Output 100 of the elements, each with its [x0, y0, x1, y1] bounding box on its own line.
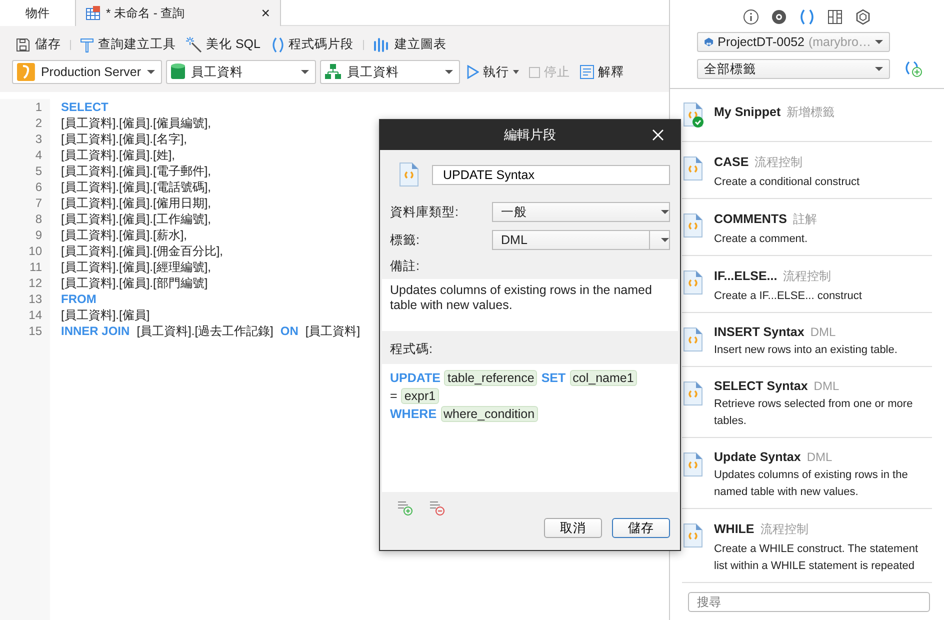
- snippet-description: Updates columns of existing rows in the named table with new values.: [714, 468, 909, 500]
- field-label: 資料庫類型:: [390, 204, 460, 220]
- placeholder-token[interactable]: col_name1: [570, 370, 637, 386]
- code-text: [員工資料].[僱員].[名字],: [61, 131, 188, 147]
- add-snippet-icon[interactable]: [904, 60, 924, 78]
- remove-placeholder-icon[interactable]: [428, 500, 446, 516]
- line-number: 1: [35, 99, 42, 115]
- grid-icon[interactable]: [826, 8, 844, 26]
- tag-select[interactable]: DML: [492, 230, 670, 250]
- name-field[interactable]: UPDATE Syntax: [432, 165, 670, 185]
- chart-button[interactable]: 建立圖表: [370, 34, 450, 55]
- save-icon: [15, 36, 31, 52]
- db-type-select[interactable]: 一般: [492, 202, 670, 222]
- snippet-tag: 流程控制: [783, 268, 832, 285]
- line-number: 10: [28, 243, 42, 259]
- tab-label: 物件: [26, 4, 50, 22]
- placeholder-token[interactable]: table_reference: [444, 370, 538, 386]
- query-builder-button[interactable]: 查詢建立工具: [77, 34, 179, 55]
- chart-icon: [372, 36, 390, 52]
- line-number: 7: [35, 195, 42, 211]
- snippet-tag: 新增標籤: [786, 104, 835, 121]
- snippet-description: Create a conditional construct: [714, 175, 860, 190]
- code-text: [員工資料].[過去工作記錄]: [136, 323, 274, 339]
- sql-keyword: WHERE: [390, 407, 437, 421]
- code-text: [員工資料].[僱員].[部門編號]: [61, 275, 208, 291]
- snippet-name: SELECT Syntax: [714, 379, 808, 393]
- sql-keyword: SET: [541, 371, 566, 385]
- schema-icon: [325, 64, 341, 80]
- eye-icon[interactable]: [770, 8, 788, 26]
- line-number: 5: [35, 163, 42, 179]
- schema-select[interactable]: 員工資料: [320, 60, 460, 84]
- save-button[interactable]: 儲存: [612, 518, 670, 538]
- line-number: 4: [35, 147, 42, 163]
- search-field[interactable]: 搜尋: [688, 592, 930, 612]
- table-icon: [86, 6, 100, 20]
- snippet-item[interactable]: WHILE 流程控制 Create a WHILE construct. The statement list within a WHILE statement is repeated: [682, 509, 932, 583]
- close-icon[interactable]: ×: [261, 4, 270, 22]
- snippet-item[interactable]: COMMENTS 註解 Create a comment.: [682, 199, 932, 256]
- snippet-description: Insert new rows into an existing table.: [714, 343, 898, 358]
- line-number: 15: [28, 323, 42, 339]
- snippet-tag: 流程控制: [754, 154, 803, 171]
- database-icon: [171, 63, 185, 81]
- snippet-item[interactable]: My Snippet 新增標籤: [682, 89, 932, 142]
- stop-icon: [529, 66, 540, 78]
- line-number: 2: [35, 115, 42, 131]
- braces-icon[interactable]: [798, 8, 816, 26]
- snippet-icon: [398, 162, 420, 188]
- database-select[interactable]: 員工資料: [166, 60, 316, 84]
- sql-keyword: INNER JOIN: [61, 323, 130, 339]
- info-icon[interactable]: [742, 8, 760, 26]
- snippet-name: COMMENTS: [714, 212, 787, 226]
- cancel-button[interactable]: 取消: [544, 518, 602, 538]
- add-placeholder-icon[interactable]: [396, 500, 414, 516]
- snippet-name: CASE: [714, 155, 749, 169]
- snippet-item[interactable]: CASE 流程控制 Create a conditional construct: [682, 142, 932, 199]
- save-button[interactable]: 儲存: [12, 34, 64, 55]
- field-label: 標籤:: [390, 232, 420, 248]
- placeholder-token[interactable]: expr1: [401, 388, 439, 404]
- connection-select[interactable]: Production Server: [12, 60, 162, 84]
- tag-filter-select[interactable]: 全部標籤: [697, 59, 890, 79]
- placeholder-token[interactable]: where_condition: [440, 406, 538, 422]
- snippet-name: WHILE: [714, 522, 754, 536]
- line-number: 3: [35, 131, 42, 147]
- snippet-name: Update Syntax: [714, 450, 801, 464]
- line-number: 8: [35, 211, 42, 227]
- sql-keyword: SELECT: [61, 99, 108, 115]
- braces-icon: [270, 36, 284, 52]
- tab[interactable]: 物件: [0, 0, 76, 26]
- field-label: 程式碼:: [390, 341, 432, 358]
- magic-wand-icon: [186, 36, 202, 52]
- sql-keyword: ON: [280, 323, 298, 339]
- snippet-name: INSERT Syntax: [714, 325, 804, 339]
- run-button[interactable]: 執行: [464, 62, 522, 82]
- close-icon[interactable]: [652, 129, 664, 141]
- snippet-description: Create a WHILE construct. The statement list within a WHILE statement is repeated: [714, 542, 919, 574]
- tab-label: * 未命名 - 查詢: [106, 4, 185, 22]
- line-number: 12: [28, 275, 42, 291]
- snippet-item[interactable]: Update Syntax DML Updates columns of existing rows in the named table with new values.: [682, 438, 932, 509]
- code-text: [員工資料].[僱員].[工作編號],: [61, 211, 212, 227]
- beautify-button[interactable]: 美化 SQL: [183, 34, 264, 55]
- code-text: =: [390, 389, 398, 403]
- snippet-name: IF...ELSE...: [714, 269, 778, 283]
- code-text: [員工資料].[僱員]: [61, 307, 150, 323]
- snippet-item[interactable]: INSERT Syntax DML Insert new rows into an existing table.: [682, 313, 932, 367]
- code-area[interactable]: UPDATE table_reference SET col_name1 = expr1 WHERE where_condition: [382, 364, 678, 492]
- play-icon: [467, 65, 479, 79]
- project-select[interactable]: ProjectDT-0052 (marybro…: [697, 32, 890, 52]
- snippet-item[interactable]: IF...ELSE... 流程控制 Create a IF...ELSE... construct: [682, 256, 932, 313]
- snippet-tag: DML: [814, 379, 840, 393]
- snippet-description: Create a IF...ELSE... construct: [714, 289, 862, 304]
- snippet-description: Create a comment.: [714, 232, 809, 247]
- caret-icon: [513, 70, 519, 74]
- snippet-item[interactable]: SELECT Syntax DML Retrieve rows selected from one or more tables.: [682, 367, 932, 438]
- hexagon-icon[interactable]: [854, 8, 872, 26]
- code-text: [員工資料]: [305, 323, 360, 339]
- dialog-title: 編輯片段: [504, 126, 556, 144]
- tab[interactable]: * 未命名 - 查詢 ×: [76, 0, 281, 26]
- explain-button[interactable]: 解釋: [577, 62, 627, 82]
- snippet-button[interactable]: 程式碼片段: [268, 34, 356, 55]
- snippet-description: Retrieve rows selected from one or more tables.: [714, 397, 914, 429]
